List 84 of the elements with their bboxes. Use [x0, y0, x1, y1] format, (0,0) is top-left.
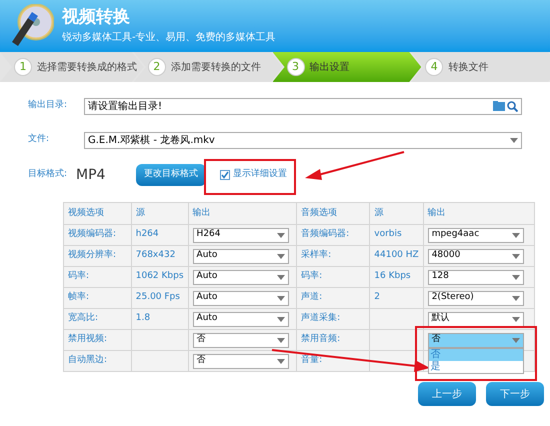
caret-icon [512, 338, 520, 342]
field-label: 输出目录: [28, 99, 68, 112]
step-tab[interactable]: 3 输出设置 [272, 52, 422, 82]
dropdown[interactable]: 否 [192, 354, 289, 368]
source-value: h264 [131, 224, 188, 246]
source-value: 44100 HZ [370, 246, 424, 266]
option-label: 视频分辨率: [64, 246, 132, 266]
dropdown-value: 2(Stereo) [432, 291, 474, 304]
step-tab[interactable]: 1 选择需要转换成的格式 [0, 52, 144, 82]
dropdown[interactable]: 否 [428, 332, 524, 348]
caret-icon [510, 138, 518, 142]
dropdown[interactable]: H264 [192, 228, 289, 242]
caret-icon [276, 232, 285, 238]
option-label: 码率: [64, 266, 132, 288]
source-value: 768x432 [131, 246, 188, 266]
app-subtitle: 锐动多媒体工具-专业、易用、免费的多媒体工具 [62, 30, 276, 45]
caret-icon [512, 254, 520, 258]
output-dir-field[interactable]: 请设置输出目录! [84, 98, 522, 114]
column-header: 音频选项 [296, 202, 370, 224]
caret-icon [276, 296, 285, 300]
caret-icon [276, 274, 285, 280]
nav-button[interactable]: 上一步 [418, 382, 476, 406]
field-label: 文件: [28, 133, 50, 146]
option-label: 禁用音频: [296, 330, 370, 350]
option-label: 码率: [296, 266, 370, 288]
column-header: 输出 [423, 202, 534, 224]
checkbox-icon[interactable] [220, 170, 230, 180]
dropdown[interactable]: Auto [192, 290, 289, 306]
dropdown[interactable]: 否 [192, 332, 289, 348]
caret-icon [276, 316, 285, 322]
dropdown[interactable]: 128 [428, 270, 524, 284]
dropdown[interactable]: mpeg4aac [428, 228, 524, 242]
option-label: 声道: [296, 288, 370, 308]
dropdown[interactable]: Auto [192, 270, 289, 284]
dropdown-value: Auto [196, 291, 218, 304]
app-title: 视频转换 [62, 7, 131, 27]
column-header: 视频选项 [64, 202, 132, 224]
target-format: MP4 [76, 166, 106, 184]
dropdown[interactable]: 2(Stereo) [428, 290, 524, 306]
option-label: 自动黑边: [64, 350, 132, 372]
dropdown[interactable]: 默认 [428, 312, 524, 326]
file-dropdown[interactable]: G.E.M.邓紫棋 - 龙卷风.mkv [84, 132, 522, 148]
caret-icon [512, 316, 520, 322]
caret-icon [512, 274, 520, 280]
dropdown-value: H264 [196, 228, 220, 242]
dropdown-value: 否 [196, 354, 206, 368]
search-icon[interactable] [507, 100, 518, 112]
dropdown-value: mpeg4aac [432, 228, 480, 242]
option-label: 声道采集: [296, 308, 370, 330]
option-label: 禁用视频: [64, 330, 132, 350]
dropdown-value: 否 [432, 333, 441, 346]
column-header: 源 [370, 202, 424, 224]
caret-icon [276, 338, 285, 342]
source-value: vorbis [370, 224, 424, 246]
detail-checkbox[interactable]: 显示详细设置 [220, 168, 287, 182]
source-value: 1062 Kbps [131, 266, 188, 288]
dropdown-value: 否 [196, 333, 206, 346]
caret-icon [512, 232, 520, 238]
folder-icon[interactable] [493, 100, 505, 110]
option-label: 视频编码器: [64, 224, 132, 246]
source-value: 2 [370, 288, 424, 308]
dropdown-value: 默认 [432, 312, 450, 326]
option-label: 帧率: [64, 288, 132, 308]
dropdown[interactable]: Auto [192, 248, 289, 264]
source-value: 1.8 [131, 308, 188, 330]
step-tab[interactable]: 4 转换文件 [411, 52, 550, 82]
dropdown-value: 48000 [432, 249, 460, 262]
option-label: 音频编码器: [296, 224, 370, 246]
dropdown-value: Auto [196, 312, 218, 326]
option-label: 采样率: [296, 246, 370, 266]
caret-icon [512, 296, 520, 300]
dropdown-value: Auto [196, 249, 218, 262]
dropdown-value: 128 [432, 270, 449, 284]
option-label: 宽高比: [64, 308, 132, 330]
dropdown[interactable]: 48000 [428, 248, 524, 264]
caret-icon [276, 254, 285, 258]
dropdown-value: Auto [196, 270, 218, 284]
field-label: 目标格式: [28, 168, 68, 182]
column-header: 输出 [188, 202, 297, 224]
column-header: 源 [131, 202, 188, 224]
source-value: 25.00 Fps [131, 288, 188, 308]
source-value: 16 Kbps [370, 266, 424, 288]
dropdown[interactable]: Auto [192, 312, 289, 326]
caret-icon [276, 358, 285, 364]
